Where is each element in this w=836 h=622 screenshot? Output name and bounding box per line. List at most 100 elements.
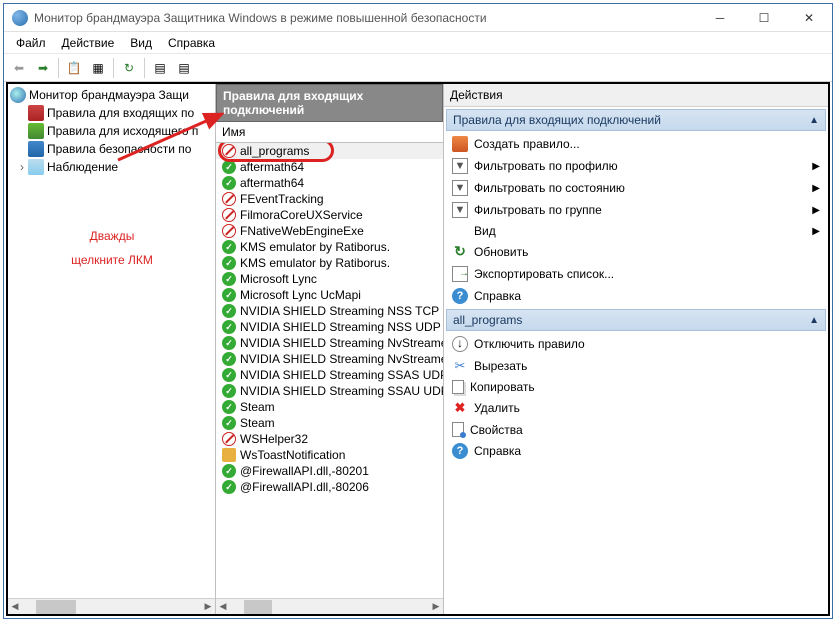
actions-section-inbound[interactable]: Правила для входящих подключений▲: [446, 109, 826, 131]
rule-name: WSHelper32: [240, 432, 308, 446]
mid-hscroll[interactable]: ◀▶: [216, 598, 443, 614]
rule-row[interactable]: NVIDIA SHIELD Streaming NvStreamer TC: [216, 335, 443, 351]
rule-name: FilmoraCoreUXService: [240, 208, 363, 222]
left-hscroll[interactable]: ◀▶: [8, 598, 215, 614]
tree-root[interactable]: Монитор брандмауэра Защи: [8, 86, 215, 104]
allow-icon: [222, 368, 236, 382]
tb-icon-4[interactable]: ▤: [149, 57, 171, 79]
rule-name: Microsoft Lync: [240, 272, 317, 286]
refresh-icon: [452, 244, 468, 260]
allow-icon: [222, 416, 236, 430]
tree-inbound[interactable]: Правила для входящих по: [8, 104, 215, 122]
menubar: Файл Действие Вид Справка: [4, 32, 832, 54]
action-help2[interactable]: Справка: [444, 440, 828, 462]
rule-name: NVIDIA SHIELD Streaming SSAS UDP Exc: [240, 368, 443, 382]
rule-row[interactable]: NVIDIA SHIELD Streaming NSS TCP Excep: [216, 303, 443, 319]
filter-icon: [452, 202, 468, 218]
back-button[interactable]: ⬅: [8, 57, 30, 79]
tree-monitoring[interactable]: ›Наблюдение: [8, 158, 215, 176]
tree-outbound[interactable]: Правила для исходящего п: [8, 122, 215, 140]
action-copy[interactable]: Копировать: [444, 377, 828, 397]
menu-file[interactable]: Файл: [8, 34, 54, 52]
rule-name: aftermath64: [240, 176, 304, 190]
block-icon: [222, 208, 236, 222]
action-filter-profile[interactable]: Фильтровать по профилю▶: [444, 155, 828, 177]
rule-row[interactable]: FNativeWebEngineExe: [216, 223, 443, 239]
action-help[interactable]: Справка: [444, 285, 828, 307]
rule-name: FEventTracking: [240, 192, 324, 206]
help-icon: [452, 288, 468, 304]
rule-name: FNativeWebEngineExe: [240, 224, 364, 238]
filter-icon: [452, 180, 468, 196]
allow-icon: [222, 352, 236, 366]
rule-row[interactable]: NVIDIA SHIELD Streaming SSAS UDP Exc: [216, 367, 443, 383]
rule-row[interactable]: all_programs: [216, 143, 443, 159]
action-new-rule[interactable]: Создать правило...: [444, 133, 828, 155]
rule-row[interactable]: Steam: [216, 399, 443, 415]
tb-icon-2[interactable]: ▦: [87, 57, 109, 79]
actions-header: Действия: [444, 84, 828, 107]
collapse-icon: ▲: [809, 315, 819, 326]
action-delete[interactable]: Удалить: [444, 397, 828, 419]
allow-icon: [222, 384, 236, 398]
rule-name: WsToastNotification: [240, 448, 345, 462]
menu-view[interactable]: Вид: [122, 34, 160, 52]
rule-row[interactable]: Steam: [216, 415, 443, 431]
rule-row[interactable]: @FirewallAPI.dll,-80201: [216, 463, 443, 479]
rule-name: NVIDIA SHIELD Streaming NvStreamer U: [240, 352, 443, 366]
rule-row[interactable]: aftermath64: [216, 175, 443, 191]
action-export[interactable]: Экспортировать список...: [444, 263, 828, 285]
rule-row[interactable]: NVIDIA SHIELD Streaming SSAU UDP Exc: [216, 383, 443, 399]
rule-name: KMS emulator by Ratiborus.: [240, 240, 390, 254]
rule-row[interactable]: NVIDIA SHIELD Streaming NSS UDP Exce: [216, 319, 443, 335]
tree-consec[interactable]: Правила безопасности по: [8, 140, 215, 158]
rule-name: Microsoft Lync UcMapi: [240, 288, 361, 302]
rule-row[interactable]: FEventTracking: [216, 191, 443, 207]
maximize-button[interactable]: ☐: [742, 4, 786, 32]
rule-row[interactable]: WSHelper32: [216, 431, 443, 447]
rule-name: KMS emulator by Ratiborus.: [240, 256, 390, 270]
action-cut[interactable]: Вырезать: [444, 355, 828, 377]
rule-row[interactable]: @FirewallAPI.dll,-80206: [216, 479, 443, 495]
rule-row[interactable]: FilmoraCoreUXService: [216, 207, 443, 223]
actions-section-selected[interactable]: all_programs▲: [446, 309, 826, 331]
new-rule-icon: [452, 136, 468, 152]
rules-list[interactable]: all_programsaftermath64aftermath64FEvent…: [216, 143, 443, 598]
action-props[interactable]: Свойства: [444, 419, 828, 440]
rule-name: aftermath64: [240, 160, 304, 174]
collapse-icon: ▲: [809, 115, 819, 126]
tb-icon-3[interactable]: ↻: [118, 57, 140, 79]
rule-name: Steam: [240, 400, 275, 414]
forward-button[interactable]: ➡: [32, 57, 54, 79]
allow-icon: [222, 176, 236, 190]
allow-icon: [222, 256, 236, 270]
menu-help[interactable]: Справка: [160, 34, 223, 52]
action-filter-state[interactable]: Фильтровать по состоянию▶: [444, 177, 828, 199]
rule-name: NVIDIA SHIELD Streaming SSAU UDP Exc: [240, 384, 443, 398]
rule-row[interactable]: KMS emulator by Ratiborus.: [216, 255, 443, 271]
cut-icon: [452, 358, 468, 374]
allow-icon: [222, 240, 236, 254]
rules-header: Правила для входящих подключений: [216, 84, 443, 122]
tb-icon-1[interactable]: 📋: [63, 57, 85, 79]
minimize-button[interactable]: ─: [698, 4, 742, 32]
action-filter-group[interactable]: Фильтровать по группе▶: [444, 199, 828, 221]
action-view[interactable]: Вид▶: [444, 221, 828, 241]
rule-row[interactable]: WsToastNotification: [216, 447, 443, 463]
allow-icon: [222, 480, 236, 494]
menu-action[interactable]: Действие: [54, 34, 123, 52]
col-name[interactable]: Имя: [216, 122, 443, 143]
rule-row[interactable]: NVIDIA SHIELD Streaming NvStreamer U: [216, 351, 443, 367]
app-window: Монитор брандмауэра Защитника Windows в …: [3, 3, 833, 619]
close-button[interactable]: ✕: [786, 4, 832, 32]
rule-name: NVIDIA SHIELD Streaming NvStreamer TC: [240, 336, 443, 350]
rule-row[interactable]: aftermath64: [216, 159, 443, 175]
help-icon: [452, 443, 468, 459]
rule-row[interactable]: Microsoft Lync UcMapi: [216, 287, 443, 303]
action-refresh[interactable]: Обновить: [444, 241, 828, 263]
rule-row[interactable]: KMS emulator by Ratiborus.: [216, 239, 443, 255]
allow-icon: [222, 160, 236, 174]
tb-icon-5[interactable]: ▤: [173, 57, 195, 79]
action-disable[interactable]: Отключить правило: [444, 333, 828, 355]
rule-row[interactable]: Microsoft Lync: [216, 271, 443, 287]
